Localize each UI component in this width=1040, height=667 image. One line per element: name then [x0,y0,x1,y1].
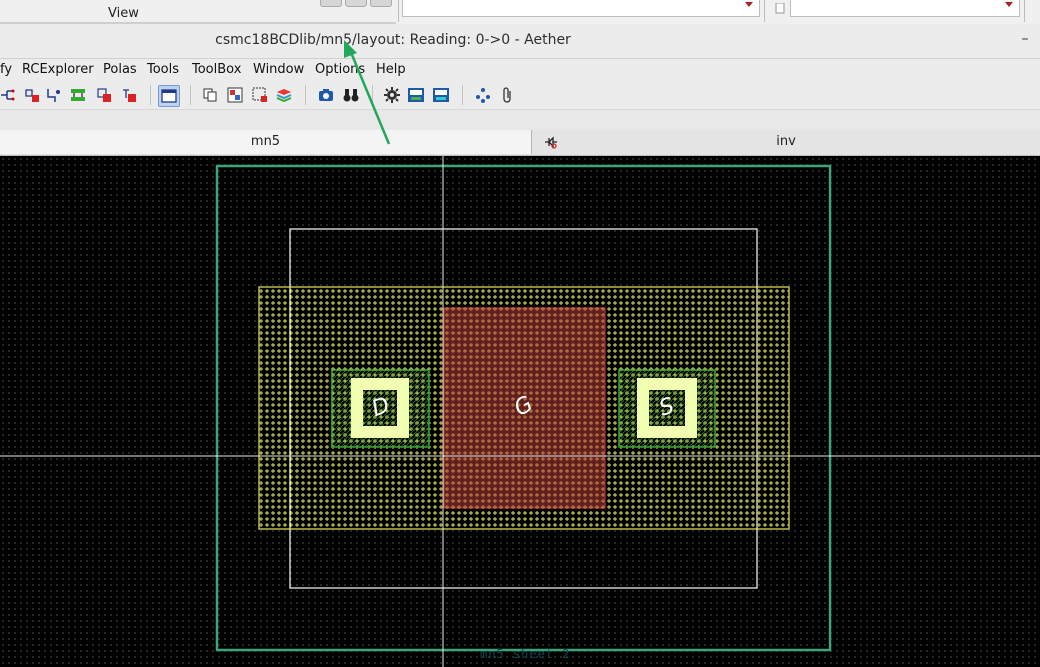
panel-divider [1024,0,1025,22]
net-icon[interactable] [0,87,16,103]
label-red-icon[interactable] [121,87,137,103]
toolbar-separator [150,85,151,105]
menu-item-toolbox[interactable]: ToolBox [192,62,241,77]
bus-green-icon[interactable] [70,87,86,103]
palette-icon[interactable] [227,87,243,103]
panel-divider [764,0,765,22]
window-title-bar[interactable]: csmc18BCDlib/mn5/layout: Reading: 0->0 -… [0,24,1040,59]
wire-icon[interactable] [46,87,62,103]
pin-red-icon[interactable] [24,87,40,103]
toolbar-spacer [0,110,1040,130]
dropdown-field[interactable] [790,0,1020,17]
menu-item-options[interactable]: Options [315,62,365,77]
layers-icon[interactable] [276,87,292,103]
menu-bar: fy RCExplorer Polas Tools ToolBox Window… [0,59,1040,81]
layout-window-icon[interactable] [158,85,180,107]
capture-icon[interactable] [318,87,334,103]
gear-icon[interactable] [384,87,400,103]
minimize-button[interactable]: – [1018,32,1032,48]
toolbar-separator [190,85,191,105]
canvas-status-text: mn5 sheet 2 [480,647,571,661]
layout-canvas[interactable]: D G S [0,156,1040,667]
chevron-down-icon [745,2,753,7]
page-icon [774,0,786,14]
instance-red-icon[interactable] [96,87,112,103]
view-panel-label: View [108,6,139,21]
paperclip-icon[interactable] [500,87,516,103]
menu-item-help[interactable]: Help [376,62,406,77]
binoculars-icon[interactable] [343,87,359,103]
drc-icon[interactable] [408,87,424,103]
panel-button[interactable] [320,0,342,7]
window-title: csmc18BCDlib/mn5/layout: Reading: 0->0 -… [215,32,571,48]
lvs-icon[interactable] [433,87,449,103]
toolbar-separator [462,85,463,105]
schematic-icon [543,134,559,150]
panel-button[interactable] [370,0,392,7]
panel-button[interactable] [345,0,367,7]
menu-item-tools[interactable]: Tools [147,62,179,77]
menu-item-modify[interactable]: fy [0,62,12,77]
chevron-down-icon [1005,2,1013,7]
tab-inv[interactable]: inv [532,130,1040,154]
tab-mn5[interactable]: mn5 [0,130,532,154]
dropdown-field[interactable] [402,0,760,17]
menu-item-rcexplorer[interactable]: RCExplorer [22,62,94,77]
toolbar [0,81,1040,110]
select-box-icon[interactable] [252,87,268,103]
tab-bar: mn5 inv [0,130,1040,156]
menu-item-polas[interactable]: Polas [103,62,137,77]
top-panel-strip: View [0,0,1040,24]
hierarchy-icon[interactable] [475,87,491,103]
menu-item-window[interactable]: Window [253,62,304,77]
copy-icon[interactable] [202,87,218,103]
panel-divider [398,0,399,22]
toolbar-separator [372,85,373,105]
toolbar-separator [305,85,306,105]
